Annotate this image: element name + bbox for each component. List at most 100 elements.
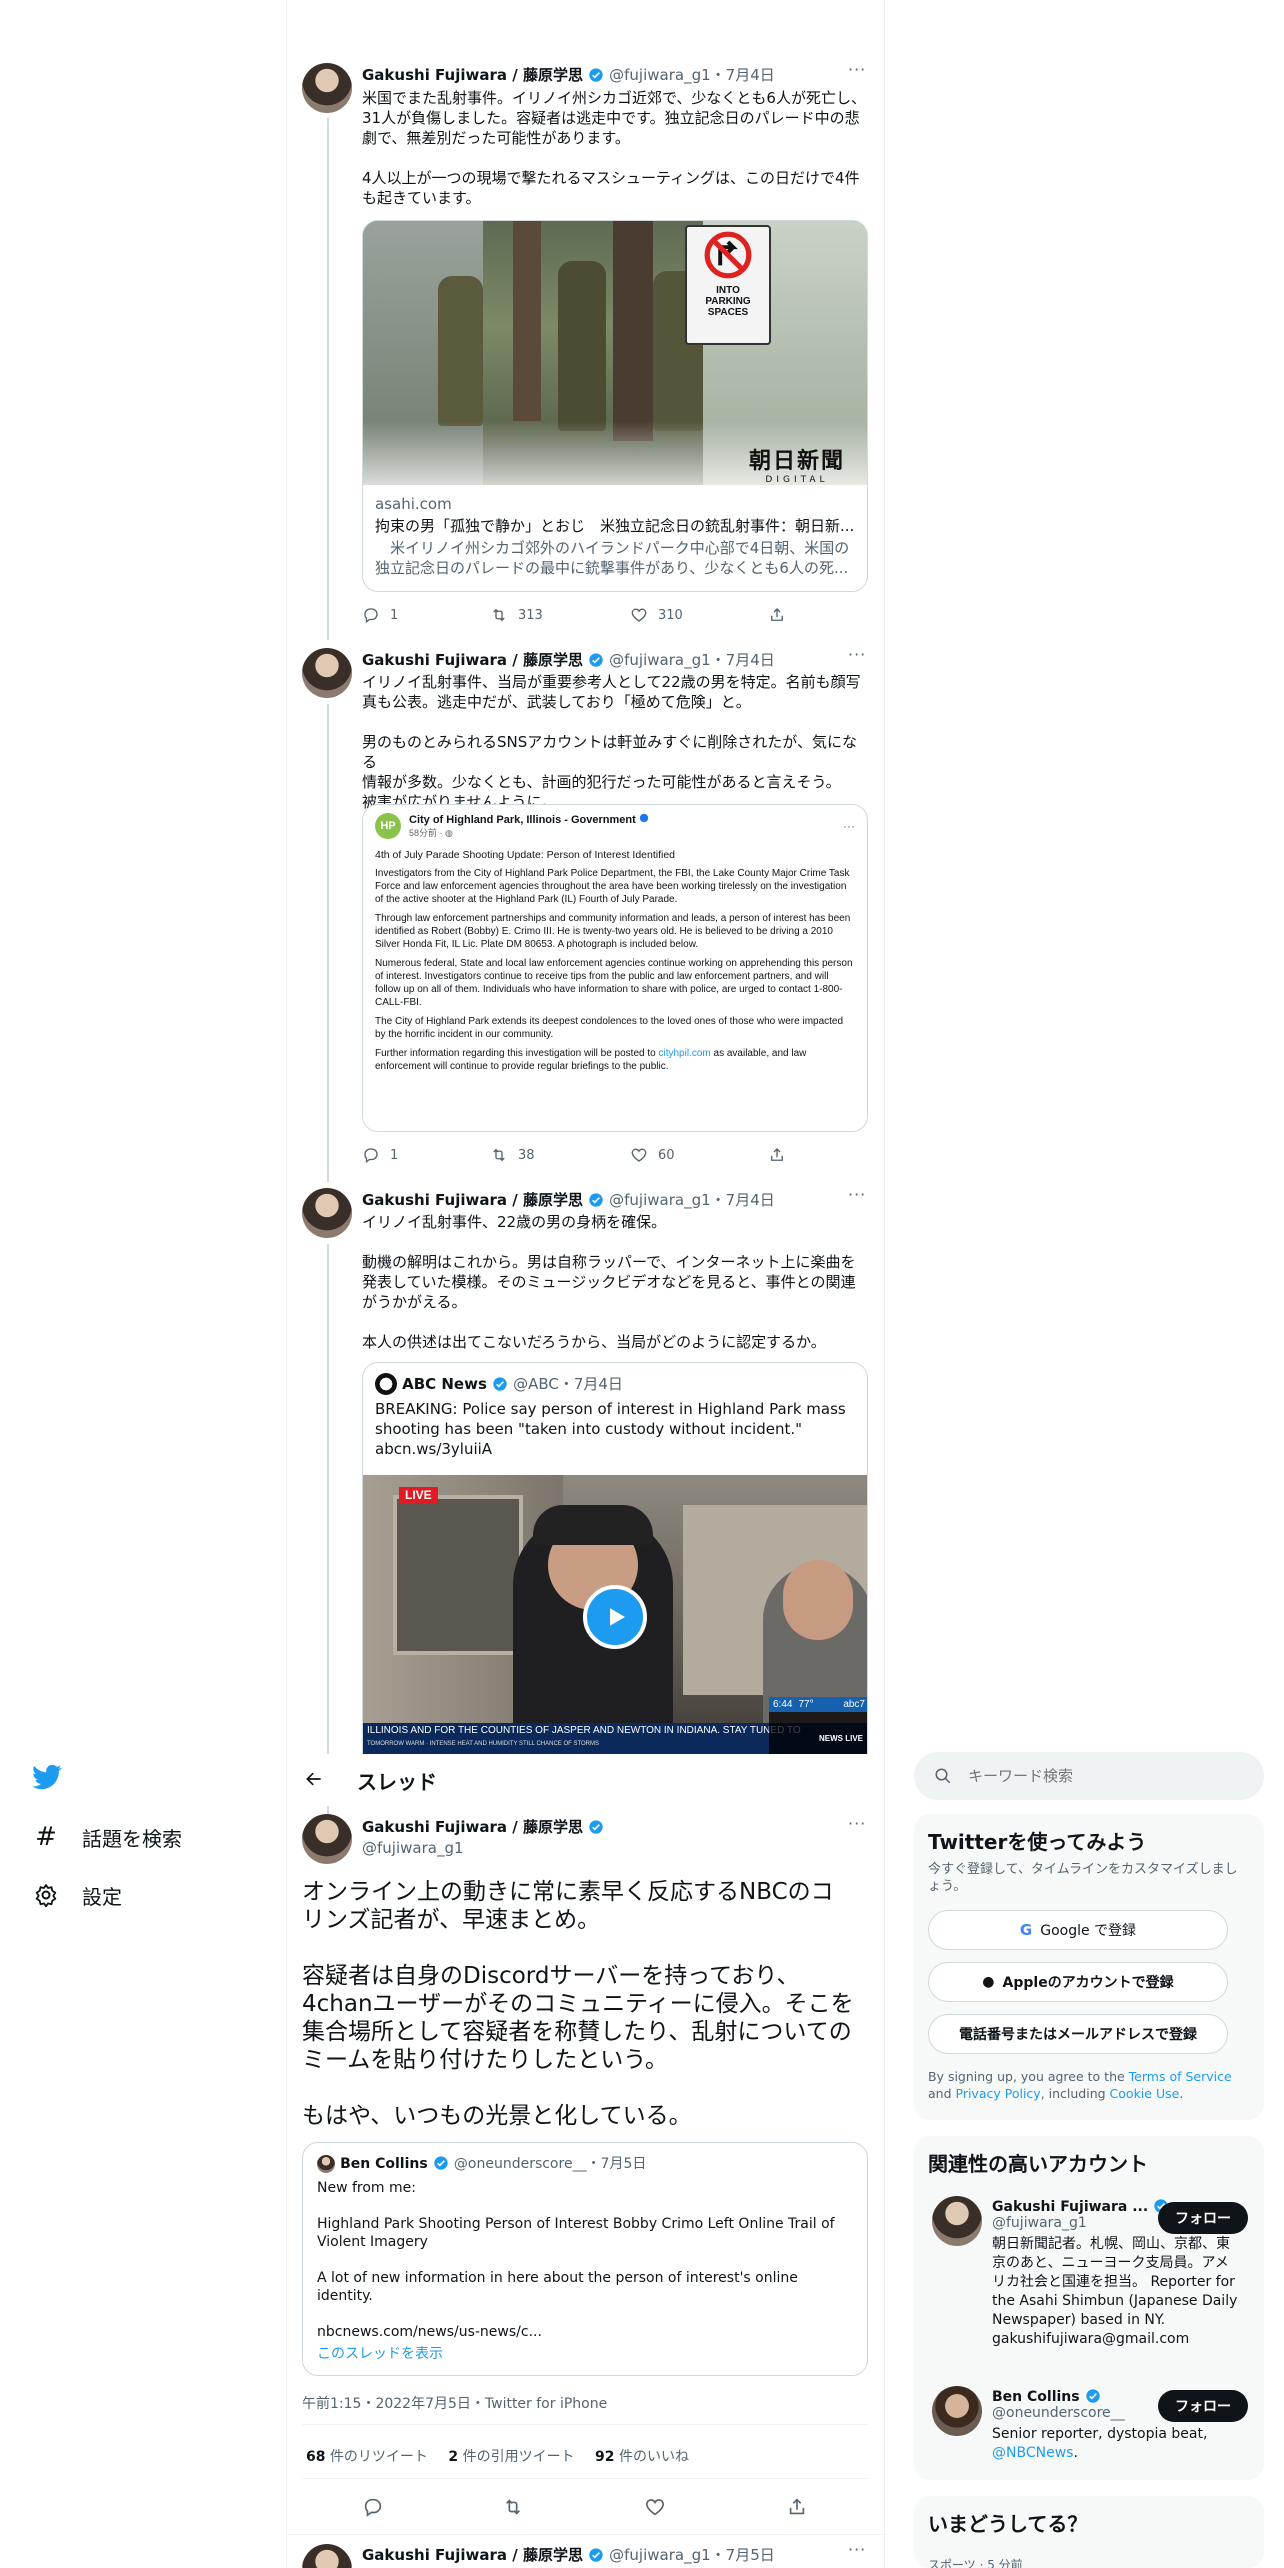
more-icon[interactable]: ···: [848, 2540, 866, 2559]
like-button[interactable]: 310: [630, 606, 683, 624]
retweet-stat[interactable]: 68 件のリツイート: [306, 2449, 428, 2465]
retweet-icon: [493, 1148, 505, 1162]
quoted-avatar: [317, 2155, 335, 2173]
nav-explore[interactable]: # 話題を検索: [32, 1820, 182, 1854]
retweet-icon: [505, 2499, 521, 2515]
tweet-date[interactable]: ・7月4日: [711, 651, 775, 669]
user-name[interactable]: Gakushi Fujiwara / 藤原学思: [362, 66, 583, 84]
search-box[interactable]: [914, 1752, 1264, 1800]
verified-badge-icon: [493, 1377, 507, 1391]
retweet-button[interactable]: [502, 2496, 524, 2518]
account-bio: Senior reporter, dystopia beat,: [992, 2426, 1208, 2442]
avatar[interactable]: [302, 2544, 352, 2568]
user-name[interactable]: Gakushi Fujiwara / 藤原学思: [362, 1191, 583, 1209]
nav-settings[interactable]: 設定: [32, 1878, 122, 1912]
card-image: INTO PARKING SPACES 朝日新聞 DIGITAL: [363, 221, 867, 485]
reply-button[interactable]: 1: [362, 606, 398, 624]
like-count: 310: [658, 607, 683, 623]
video-player[interactable]: LIVE ILLINOIS AND FOR THE COUNTIES OF JA…: [363, 1475, 867, 1754]
tweet-stats: 68 件のリツイート 2 件の引用ツイート 92 件のいいね: [306, 2446, 689, 2466]
signup-terms: By signing up, you agree to the Terms of…: [928, 2069, 1232, 2101]
parking-sign: INTO PARKING SPACES: [685, 225, 771, 345]
like-stat[interactable]: 92 件のいいね: [595, 2449, 689, 2465]
quoted-date: ・7月5日: [586, 2156, 647, 2172]
card-title: 拘束の男「孤独で静か」とおじ 米独立記念日の銃乱射事件：朝日新...: [375, 517, 855, 535]
retweet-button[interactable]: 38: [490, 1146, 535, 1164]
tweet-date[interactable]: ・7月4日: [711, 66, 775, 84]
avatar[interactable]: [302, 63, 352, 113]
phone-email-signup-button[interactable]: 電話番号またはメールアドレスで登録: [928, 2014, 1228, 2054]
user-name[interactable]: Gakushi Fujiwara / 藤原学思: [362, 1818, 583, 1836]
share-button[interactable]: [768, 1146, 786, 1164]
avatar[interactable]: [302, 1814, 352, 1864]
tweet-date[interactable]: ・7月5日: [711, 2546, 775, 2564]
quoted-user-name: Ben Collins: [340, 2156, 428, 2172]
reply-icon: [364, 1148, 378, 1164]
share-icon: [771, 1148, 783, 1161]
gear-icon: [32, 1881, 60, 1909]
main-tweet-text: オンライン上の動きに常に素早く反応するNBCのコ リンズ記者が、早速まとめ。 容…: [302, 1879, 854, 2129]
user-handle[interactable]: @fujiwara_g1: [609, 2546, 711, 2564]
more-icon[interactable]: ···: [848, 645, 866, 664]
retweet-button[interactable]: 313: [490, 606, 543, 624]
asahi-logo: 朝日新聞 DIGITAL: [748, 448, 845, 485]
verified-badge-icon: [434, 2156, 448, 2170]
tweet-metadata[interactable]: 午前1:15・2022年7月5日・Twitter for iPhone: [302, 2393, 607, 2413]
user-name[interactable]: Gakushi Fujiwara / 藤原学思: [362, 651, 583, 669]
account-avatar[interactable]: [932, 2196, 982, 2246]
share-button[interactable]: [768, 606, 786, 624]
cookie-link[interactable]: Cookie Use: [1110, 2086, 1180, 2101]
post-more-icon: ···: [843, 819, 855, 833]
quoted-tweet[interactable]: Ben Collins @oneunderscore__・7月5日 New fr…: [302, 2142, 868, 2376]
account-bio-link[interactable]: @NBCNews: [992, 2445, 1073, 2461]
user-name[interactable]: Gakushi Fujiwara / 藤原学思: [362, 2546, 583, 2564]
page-logo: HP: [375, 813, 401, 839]
post-paragraph: Further information regarding this inves…: [375, 1048, 659, 1059]
tweet-text: イリノイ乱射事件、当局が重要参考人として22歳の男を特定。名前も顔写 真も公表。…: [362, 673, 861, 811]
post-link[interactable]: cityhpil.com: [658, 1048, 710, 1059]
more-icon[interactable]: ···: [848, 60, 866, 79]
back-button[interactable]: [297, 1762, 331, 1796]
like-count: 60: [658, 1147, 675, 1163]
nav-settings-label: 設定: [82, 1884, 122, 1909]
share-icon: [789, 2498, 805, 2515]
signup-subtitle: 今すぐ登録して、タイムラインをカスタマイズしましょう。: [928, 1862, 1238, 1894]
account-avatar[interactable]: [932, 2386, 982, 2436]
follow-button[interactable]: フォロー: [1158, 2390, 1248, 2422]
verified-badge-icon: [639, 813, 648, 823]
google-signup-button[interactable]: G Google で登録: [928, 1910, 1228, 1950]
more-icon[interactable]: ···: [848, 1814, 866, 1833]
facebook-post-embed[interactable]: HP City of Highland Park, Illinois - Gov…: [362, 804, 868, 1132]
quoted-tweet[interactable]: ABC News @ABC・7月4日 BREAKING: Police say …: [362, 1362, 868, 1754]
share-button[interactable]: [786, 2496, 808, 2518]
reply-count: 1: [390, 1147, 399, 1163]
search-input[interactable]: [968, 1767, 1228, 1785]
user-handle[interactable]: @fujiwara_g1: [609, 1191, 711, 1209]
like-button[interactable]: [644, 2496, 666, 2518]
privacy-link[interactable]: Privacy Policy: [956, 2086, 1041, 2101]
user-handle[interactable]: @fujiwara_g1: [609, 651, 711, 669]
reply-button[interactable]: 1: [362, 1146, 398, 1164]
link-card[interactable]: INTO PARKING SPACES 朝日新聞 DIGITAL asahi.c…: [362, 220, 868, 592]
play-button[interactable]: [583, 1585, 647, 1649]
quote-stat[interactable]: 2 件の引用ツイート: [448, 2449, 574, 2465]
user-handle[interactable]: @fujiwara_g1: [362, 1839, 604, 1857]
user-handle[interactable]: @fujiwara_g1: [609, 66, 711, 84]
avatar[interactable]: [302, 648, 352, 698]
show-thread-link[interactable]: このスレッドを表示: [317, 2343, 853, 2363]
quoted-text: New from me: Highland Park Shooting Pers…: [317, 2180, 835, 2340]
reply-button[interactable]: [362, 2496, 384, 2518]
reply-icon: [364, 608, 378, 624]
terms-link[interactable]: Terms of Service: [1129, 2069, 1232, 2084]
more-icon[interactable]: ···: [848, 1185, 866, 1204]
twitter-logo-icon[interactable]: [32, 1762, 64, 1794]
avatar[interactable]: [302, 1188, 352, 1238]
tweet-date[interactable]: ・7月4日: [711, 1191, 775, 1209]
tweet-text: 米国でまた乱射事件。イリノイ州シカゴ近郊で、少なくとも6人が死亡し、 31人が負…: [362, 89, 866, 207]
account-bio: 朝日新聞記者。札幌、岡山、京都、東 京のあと、ニューヨーク支局員。アメ リカ社会…: [992, 2236, 1238, 2347]
sign-text: INTO PARKING SPACES: [705, 285, 751, 318]
like-button[interactable]: 60: [630, 1146, 675, 1164]
account-name: Ben Collins: [992, 2389, 1080, 2405]
follow-button[interactable]: フォロー: [1158, 2202, 1248, 2234]
apple-signup-button[interactable]: ● Appleのアカウントで登録: [928, 1962, 1228, 2002]
